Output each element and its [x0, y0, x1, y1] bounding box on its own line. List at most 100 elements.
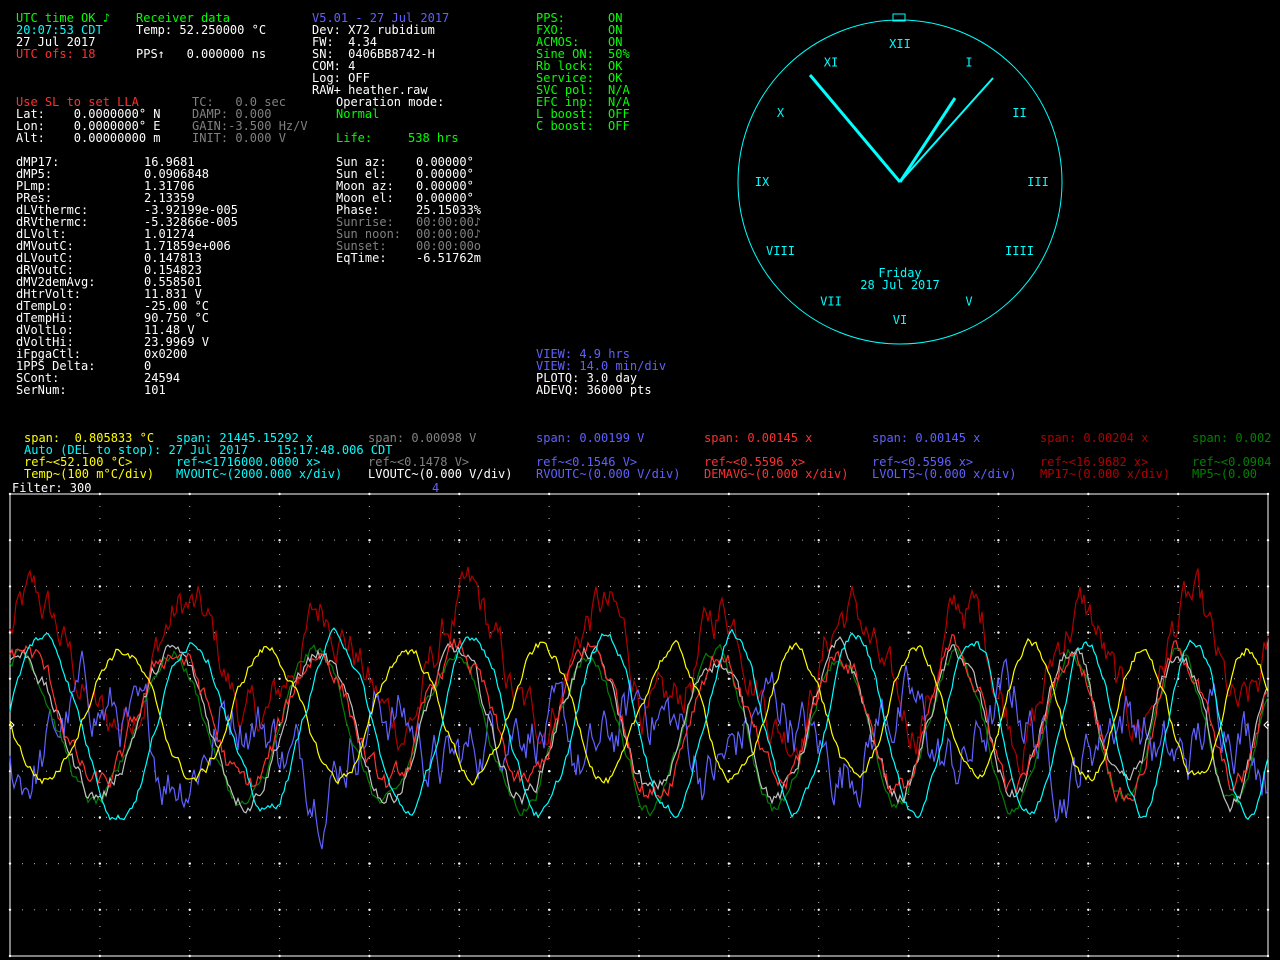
grid-dot	[1087, 723, 1090, 727]
grid-dot	[368, 862, 371, 865]
grid-dot	[547, 908, 551, 911]
grid-dot	[1266, 954, 1270, 958]
grid-dot	[547, 631, 551, 634]
grid-dot	[98, 908, 102, 911]
grid-dot	[997, 539, 1000, 542]
grid-dot	[188, 631, 191, 634]
grid-dot	[278, 954, 281, 958]
grid-dot	[278, 631, 281, 634]
grid-dot	[727, 585, 731, 588]
grid-dot	[547, 539, 551, 542]
grid-dot	[1087, 770, 1090, 773]
grid-dot	[1176, 816, 1180, 819]
grid-dot	[1266, 585, 1270, 588]
series-mp17	[9, 566, 1269, 776]
grid-dot	[1176, 492, 1180, 496]
grid-dot	[1087, 908, 1090, 911]
grid-dot	[907, 585, 910, 588]
grid-dot	[547, 770, 551, 773]
grid-dot	[98, 723, 102, 727]
grid-dot	[547, 954, 551, 958]
grid-dot	[1266, 677, 1270, 680]
grid-dot	[458, 677, 461, 680]
grid-dot	[98, 539, 102, 542]
grid-dot	[1266, 723, 1270, 727]
grid-dot	[817, 631, 820, 634]
grid-dot	[1087, 954, 1090, 958]
grid-dot	[8, 954, 12, 958]
grid-dot	[547, 585, 551, 588]
grid-dot	[8, 539, 12, 542]
grid-dot	[98, 954, 102, 958]
grid-dot	[188, 723, 191, 727]
grid-dot	[907, 539, 910, 542]
grid-dot	[1087, 631, 1090, 634]
grid-dot	[458, 816, 461, 819]
grid-dot	[458, 723, 461, 727]
plot-marker: 4	[432, 481, 440, 495]
grid-dot	[547, 677, 551, 680]
grid-dot	[637, 908, 641, 911]
grid-dot	[1266, 770, 1270, 773]
grid-dot	[8, 908, 12, 911]
grid-dot	[997, 862, 1000, 865]
grid-dot	[1266, 492, 1270, 496]
grid-dot	[458, 770, 461, 773]
grid-dot	[547, 816, 551, 819]
grid-dot	[637, 585, 641, 588]
grid-dot	[98, 677, 102, 680]
grid-dot	[817, 539, 820, 542]
grid-dot	[997, 492, 1000, 496]
grid-dot	[368, 585, 371, 588]
grid-dot	[1176, 770, 1180, 773]
grid-dot	[727, 677, 731, 680]
grid-dot	[727, 954, 731, 958]
grid-dot	[727, 816, 731, 819]
grid-dot	[997, 585, 1000, 588]
grid-dot	[278, 539, 281, 542]
grid-dot	[98, 816, 102, 819]
grid-dot	[1087, 492, 1090, 496]
grid-dot	[188, 492, 191, 496]
grid-dot	[188, 862, 191, 865]
grid-dot	[1266, 862, 1270, 865]
grid-dot	[8, 862, 12, 865]
grid-dot	[547, 492, 551, 496]
grid-dot	[278, 492, 281, 496]
grid-dot	[458, 492, 461, 496]
grid-dot	[1176, 723, 1180, 727]
grid-dot	[368, 539, 371, 542]
grid-dot	[188, 954, 191, 958]
grid-dot	[637, 816, 641, 819]
grid-dot	[817, 816, 820, 819]
grid-dot	[727, 492, 731, 496]
grid-dot	[278, 677, 281, 680]
grid-dot	[188, 770, 191, 773]
grid-dot	[1176, 862, 1180, 865]
grid-dot	[637, 539, 641, 542]
grid-dot	[997, 908, 1000, 911]
filter-label: Filter: 300	[12, 481, 92, 495]
grid-dot	[98, 631, 102, 634]
grid-dot	[1087, 816, 1090, 819]
grid-dot	[458, 862, 461, 865]
grid-dot	[997, 954, 1000, 958]
grid-dot	[817, 770, 820, 773]
grid-dot	[727, 770, 731, 773]
plot-area[interactable]	[0, 0, 1280, 960]
grid-dot	[1266, 908, 1270, 911]
grid-dot	[907, 770, 910, 773]
grid-dot	[1176, 954, 1180, 958]
grid-dot	[8, 585, 12, 588]
grid-dot	[727, 539, 731, 542]
grid-dot	[8, 492, 12, 496]
grid-dot	[188, 585, 191, 588]
grid-dot	[1176, 585, 1180, 588]
grid-dot	[458, 954, 461, 958]
grid-dot	[907, 492, 910, 496]
grid-dot	[278, 816, 281, 819]
grid-dot	[727, 723, 731, 727]
grid-dot	[817, 492, 820, 496]
grid-dot	[997, 816, 1000, 819]
grid-dot	[458, 631, 461, 634]
